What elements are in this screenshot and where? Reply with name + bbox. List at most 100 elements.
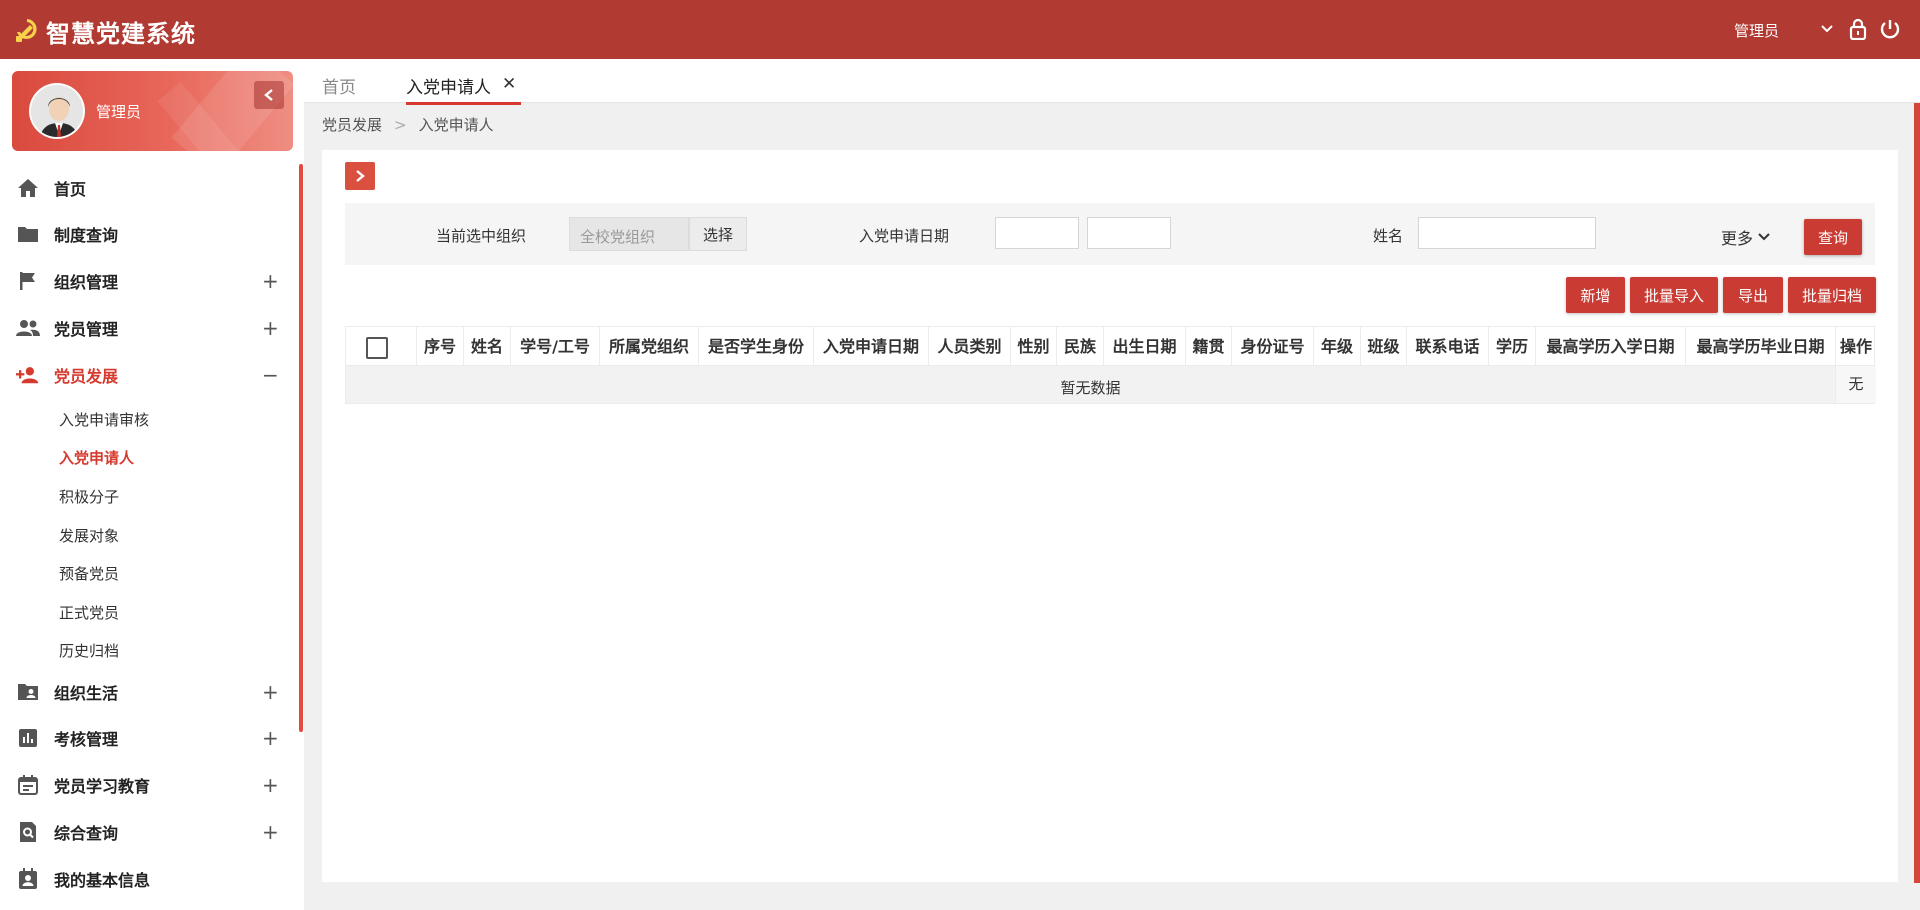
applicants-table: 序号 姓名 学号/工号 所属党组织 是否学生身份 入党申请日期 人员类别 性别 … bbox=[345, 326, 1876, 404]
sidebar-item-education[interactable]: 党员学习教育 + bbox=[0, 765, 298, 805]
sidebar-item-development[interactable]: 党员发展 − bbox=[0, 355, 298, 395]
sidebar-item-label: 党员管理 bbox=[54, 320, 119, 339]
breadcrumb-separator: > bbox=[394, 116, 407, 134]
more-filters-toggle[interactable]: 更多 bbox=[1721, 225, 1771, 249]
close-icon[interactable]: ✕ bbox=[502, 74, 516, 94]
filter-bar: 当前选中组织 全校党组织 选择 入党申请日期 姓名 更多 查询 bbox=[345, 203, 1875, 265]
sidebar-item-label: 组织管理 bbox=[54, 273, 119, 292]
name-input[interactable] bbox=[1418, 217, 1596, 249]
column-header[interactable]: 出生日期 bbox=[1103, 327, 1185, 367]
people-icon bbox=[16, 316, 40, 340]
expand-icon[interactable]: + bbox=[262, 680, 279, 704]
chevron-right-icon bbox=[356, 170, 365, 182]
power-icon[interactable] bbox=[1878, 17, 1902, 41]
sidebar-item-query[interactable]: 综合查询 + bbox=[0, 812, 298, 852]
expand-icon[interactable]: + bbox=[262, 269, 279, 293]
sidebar-scrollbar[interactable] bbox=[299, 164, 303, 732]
expand-icon[interactable]: + bbox=[262, 726, 279, 750]
lock-icon[interactable] bbox=[1846, 17, 1870, 41]
header-checkbox-cell bbox=[346, 327, 416, 367]
sidebar-item-label: 综合查询 bbox=[54, 824, 119, 843]
column-header[interactable]: 最高学历入学日期 bbox=[1535, 327, 1685, 367]
expand-icon[interactable]: + bbox=[262, 820, 279, 844]
top-bar: 智慧党建系统 管理员 bbox=[0, 0, 1920, 59]
sidebar-item-members[interactable]: 党员管理 + bbox=[0, 308, 298, 348]
folder-icon bbox=[16, 222, 40, 246]
sidebar-user-name: 管理员 bbox=[96, 103, 142, 121]
column-header[interactable]: 所属党组织 bbox=[599, 327, 698, 367]
column-header[interactable]: 班级 bbox=[1360, 327, 1406, 367]
date-from-input[interactable] bbox=[995, 217, 1079, 249]
sidebar-item-policy[interactable]: 制度查询 bbox=[0, 214, 298, 254]
expand-icon[interactable]: + bbox=[262, 316, 279, 340]
column-header[interactable]: 籍贯 bbox=[1185, 327, 1231, 367]
page-scrollbar[interactable] bbox=[1914, 103, 1920, 883]
sidebar-item-label: 党员发展 bbox=[54, 367, 119, 386]
expand-panel-button[interactable] bbox=[345, 162, 375, 190]
column-header[interactable]: 联系电话 bbox=[1406, 327, 1488, 367]
sidebar-item-org-life[interactable]: 组织生活 + bbox=[0, 672, 298, 712]
submenu-item-candidates[interactable]: 发展对象 bbox=[59, 525, 119, 546]
column-header[interactable]: 学历 bbox=[1488, 327, 1535, 367]
batch-archive-button[interactable]: 批量归档 bbox=[1788, 277, 1876, 313]
export-button[interactable]: 导出 bbox=[1723, 277, 1783, 313]
sidebar-item-label: 党员学习教育 bbox=[54, 777, 151, 796]
submenu-item-activists[interactable]: 积极分子 bbox=[59, 486, 119, 507]
org-label: 当前选中组织 bbox=[436, 227, 527, 245]
query-button[interactable]: 查询 bbox=[1804, 219, 1862, 255]
folder-user-icon bbox=[16, 680, 40, 704]
search-doc-icon bbox=[16, 820, 40, 844]
sidebar-item-profile[interactable]: 我的基本信息 bbox=[0, 859, 298, 899]
column-header[interactable]: 身份证号 bbox=[1231, 327, 1313, 367]
sidebar-item-assessment[interactable]: 考核管理 + bbox=[0, 718, 298, 758]
party-emblem-icon bbox=[12, 14, 42, 44]
column-header[interactable]: 学号/工号 bbox=[510, 327, 599, 367]
column-header[interactable]: 入党申请日期 bbox=[813, 327, 928, 367]
main-panel: 当前选中组织 全校党组织 选择 入党申请日期 姓名 更多 查询 新增 批量导入 … bbox=[322, 150, 1898, 882]
empty-state-text: 暂无数据 bbox=[1060, 379, 1121, 397]
sidebar-item-label: 考核管理 bbox=[54, 730, 119, 749]
add-button[interactable]: 新增 bbox=[1566, 277, 1625, 313]
home-icon bbox=[16, 176, 40, 200]
profile-icon bbox=[16, 867, 40, 891]
collapse-sidebar-button[interactable] bbox=[254, 81, 284, 109]
column-header[interactable]: 是否学生身份 bbox=[698, 327, 813, 367]
column-header[interactable]: 年级 bbox=[1313, 327, 1360, 367]
column-header[interactable]: 人员类别 bbox=[928, 327, 1010, 367]
submenu-item-archive[interactable]: 历史归档 bbox=[59, 640, 119, 661]
user-card: 管理员 bbox=[12, 71, 293, 151]
org-select-button[interactable]: 选择 bbox=[689, 217, 747, 251]
more-label: 更多 bbox=[1721, 229, 1754, 248]
column-header[interactable]: 姓名 bbox=[463, 327, 510, 367]
submenu-item-probationary[interactable]: 预备党员 bbox=[59, 563, 119, 584]
header-user-name[interactable]: 管理员 bbox=[1734, 20, 1779, 41]
column-header[interactable]: 最高学历毕业日期 bbox=[1685, 327, 1835, 367]
column-header[interactable]: 序号 bbox=[416, 327, 463, 367]
tab-bar: 首页 入党申请人 ✕ bbox=[304, 59, 1920, 105]
chevron-down-icon[interactable] bbox=[1815, 17, 1839, 41]
sidebar: 管理员 首页 制度查询 组织管理 + 党员管理 + 党员发展 − 入党申请审核 … bbox=[0, 59, 304, 910]
sidebar-item-org[interactable]: 组织管理 + bbox=[0, 261, 298, 301]
tab-home[interactable]: 首页 bbox=[322, 73, 356, 98]
column-header[interactable]: 民族 bbox=[1056, 327, 1103, 367]
sidebar-item-home[interactable]: 首页 bbox=[0, 168, 298, 208]
table-header: 序号 姓名 学号/工号 所属党组织 是否学生身份 入党申请日期 人员类别 性别 … bbox=[345, 326, 1875, 367]
flag-icon bbox=[16, 269, 40, 293]
batch-import-button[interactable]: 批量导入 bbox=[1630, 277, 1718, 313]
org-field[interactable]: 全校党组织 bbox=[569, 217, 689, 251]
table-body: 暂无数据 无 bbox=[345, 366, 1876, 404]
submenu-item-applicants[interactable]: 入党申请人 bbox=[59, 447, 134, 468]
breadcrumb-parent[interactable]: 党员发展 bbox=[322, 116, 382, 134]
breadcrumb: 党员发展 > 入党申请人 bbox=[322, 114, 494, 135]
name-label: 姓名 bbox=[1373, 227, 1404, 245]
chart-icon bbox=[16, 726, 40, 750]
sidebar-item-label: 我的基本信息 bbox=[54, 871, 151, 890]
expand-icon[interactable]: + bbox=[262, 773, 279, 797]
collapse-icon[interactable]: − bbox=[262, 363, 279, 387]
sidebar-item-label: 制度查询 bbox=[54, 226, 119, 245]
submenu-item-application-review[interactable]: 入党申请审核 bbox=[59, 409, 149, 430]
select-all-checkbox[interactable] bbox=[366, 337, 388, 359]
submenu-item-full-members[interactable]: 正式党员 bbox=[59, 602, 119, 623]
date-to-input[interactable] bbox=[1087, 217, 1171, 249]
column-header[interactable]: 性别 bbox=[1010, 327, 1056, 367]
